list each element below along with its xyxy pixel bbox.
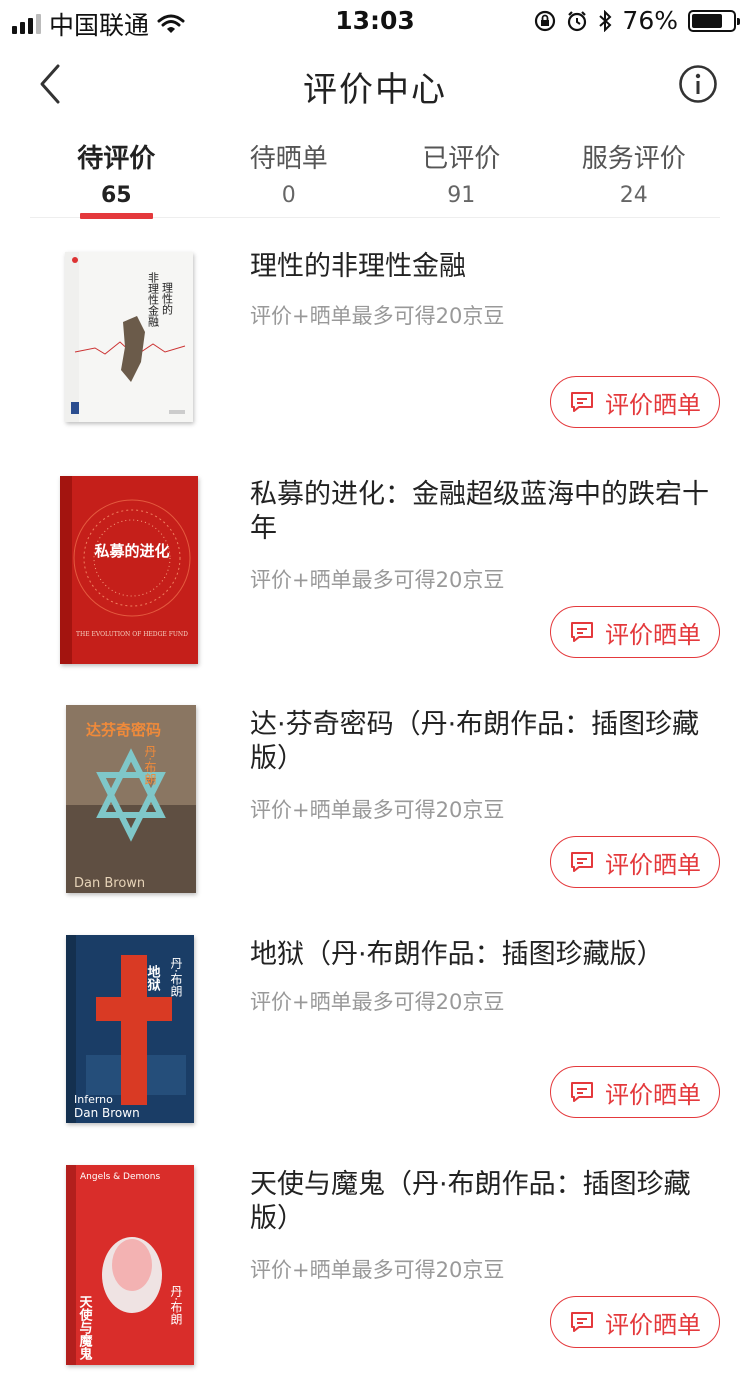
status-bar: 中国联通 13:03 76% — [0, 0, 750, 40]
review-share-button[interactable]: 评价晒单 — [550, 376, 720, 428]
page-title: 评价中心 — [303, 70, 447, 110]
tab-count: 0 — [281, 183, 296, 208]
list-item[interactable]: 达芬奇密码 丹·布朗 Dan Brown 达·芬奇密码（丹·布朗作品：插图珍藏版… — [0, 690, 750, 920]
list-item[interactable]: Angels & Demons 天使与魔鬼 丹·布朗 天使与魔鬼（丹·布朗作品：… — [0, 1150, 750, 1380]
active-tab-indicator — [80, 213, 153, 219]
comment-icon — [571, 852, 593, 872]
list-item[interactable]: 私募的进化 THE EVOLUTION OF HEDGE FUND 私募的进化：… — [0, 460, 750, 690]
item-title[interactable]: 理性的非理性金融 — [250, 250, 720, 284]
tab-service-review[interactable]: 服务评价 24 — [548, 130, 721, 217]
book-cover-image[interactable]: Angels & Demons 天使与魔鬼 丹·布朗 — [66, 1165, 194, 1365]
cover-title-text: 达芬奇密码 — [86, 721, 161, 739]
tab-count: 24 — [619, 183, 648, 208]
book-cover-image[interactable]: 地狱 丹·布朗 Inferno Dan Brown — [66, 935, 194, 1123]
comment-icon — [571, 1312, 593, 1332]
tab-label: 已评价 — [422, 144, 501, 174]
cover-author-text: 丹·布朗 — [143, 745, 157, 785]
review-share-button[interactable]: 评价晒单 — [550, 1296, 720, 1348]
info-icon[interactable] — [678, 64, 718, 104]
cover-title-en: Angels & Demons — [80, 1172, 160, 1182]
tab-count: 65 — [100, 183, 132, 208]
button-label: 评价晒单 — [605, 620, 701, 649]
cover-title-text: 理性的 — [161, 282, 174, 316]
item-title[interactable]: 天使与魔鬼（丹·布朗作品：插图珍藏版） — [250, 1168, 720, 1236]
alarm-icon — [568, 10, 587, 31]
book-cover-image[interactable]: 达芬奇密码 丹·布朗 Dan Brown — [66, 705, 196, 893]
button-label: 评价晒单 — [605, 850, 701, 879]
battery-percent: 76% — [622, 6, 678, 35]
status-right: 76% — [534, 6, 740, 35]
item-title[interactable]: 地狱（丹·布朗作品：插图珍藏版） — [250, 938, 720, 972]
cover-title-text: 地狱 — [145, 964, 162, 992]
button-label: 评价晒单 — [605, 390, 701, 419]
item-title[interactable]: 私募的进化：金融超级蓝海中的跌宕十年 — [250, 478, 720, 546]
tab-pending-share[interactable]: 待晒单 0 — [203, 130, 376, 217]
book-cover-image[interactable]: 理性的 非理性金融 — [65, 252, 193, 422]
review-list: 理性的 非理性金融 理性的非理性金融 评价+晒单最多可得20京豆 评价晒单 私募… — [0, 230, 750, 1380]
cover-author-text: 丹·布朗 — [169, 957, 183, 997]
battery-icon — [688, 9, 740, 32]
tab-reviewed[interactable]: 已评价 91 — [375, 130, 548, 217]
item-title[interactable]: 达·芬奇密码（丹·布朗作品：插图珍藏版） — [250, 708, 720, 776]
review-share-button[interactable]: 评价晒单 — [550, 1066, 720, 1118]
item-subtitle: 评价+晒单最多可得20京豆 — [250, 568, 505, 592]
cover-title-text: 天使与魔鬼 — [77, 1295, 94, 1361]
book-cover-image[interactable]: 私募的进化 THE EVOLUTION OF HEDGE FUND — [60, 476, 198, 664]
button-label: 评价晒单 — [605, 1310, 701, 1339]
cover-author-text: 丹·布朗 — [169, 1285, 183, 1325]
tab-label: 待晒单 — [249, 144, 328, 174]
review-share-button[interactable]: 评价晒单 — [550, 836, 720, 888]
item-subtitle: 评价+晒单最多可得20京豆 — [250, 304, 505, 328]
button-label: 评价晒单 — [605, 1080, 701, 1109]
bluetooth-icon — [599, 9, 612, 32]
nav-bar: 评价中心 — [0, 40, 750, 130]
comment-icon — [571, 392, 593, 412]
tab-count: 91 — [447, 183, 476, 208]
comment-icon — [571, 622, 593, 642]
cover-title-text: 私募的进化 — [93, 542, 169, 560]
tab-label: 待评价 — [77, 144, 156, 174]
tab-pending-review[interactable]: 待评价 65 — [30, 130, 203, 219]
list-item[interactable]: 地狱 丹·布朗 Inferno Dan Brown 地狱（丹·布朗作品：插图珍藏… — [0, 920, 750, 1150]
cover-author-en: Dan Brown — [74, 876, 145, 891]
tab-label: 服务评价 — [581, 144, 686, 174]
cover-subtitle-text: THE EVOLUTION OF HEDGE FUND — [76, 631, 188, 638]
item-subtitle: 评价+晒单最多可得20京豆 — [250, 990, 505, 1014]
list-item[interactable]: 理性的 非理性金融 理性的非理性金融 评价+晒单最多可得20京豆 评价晒单 — [0, 230, 750, 460]
review-share-button[interactable]: 评价晒单 — [550, 606, 720, 658]
rotation-lock-icon — [535, 10, 556, 31]
tab-bar: 待评价 65 待晒单 0 已评价 91 服务评价 24 — [30, 130, 721, 219]
cover-author-en: Dan Brown — [74, 1106, 140, 1120]
comment-icon — [571, 1082, 593, 1102]
cover-title-text: 非理性金融 — [147, 272, 160, 328]
item-subtitle: 评价+晒单最多可得20京豆 — [250, 1258, 505, 1282]
cover-subtitle-text: Inferno — [74, 1093, 113, 1106]
item-subtitle: 评价+晒单最多可得20京豆 — [250, 798, 505, 822]
